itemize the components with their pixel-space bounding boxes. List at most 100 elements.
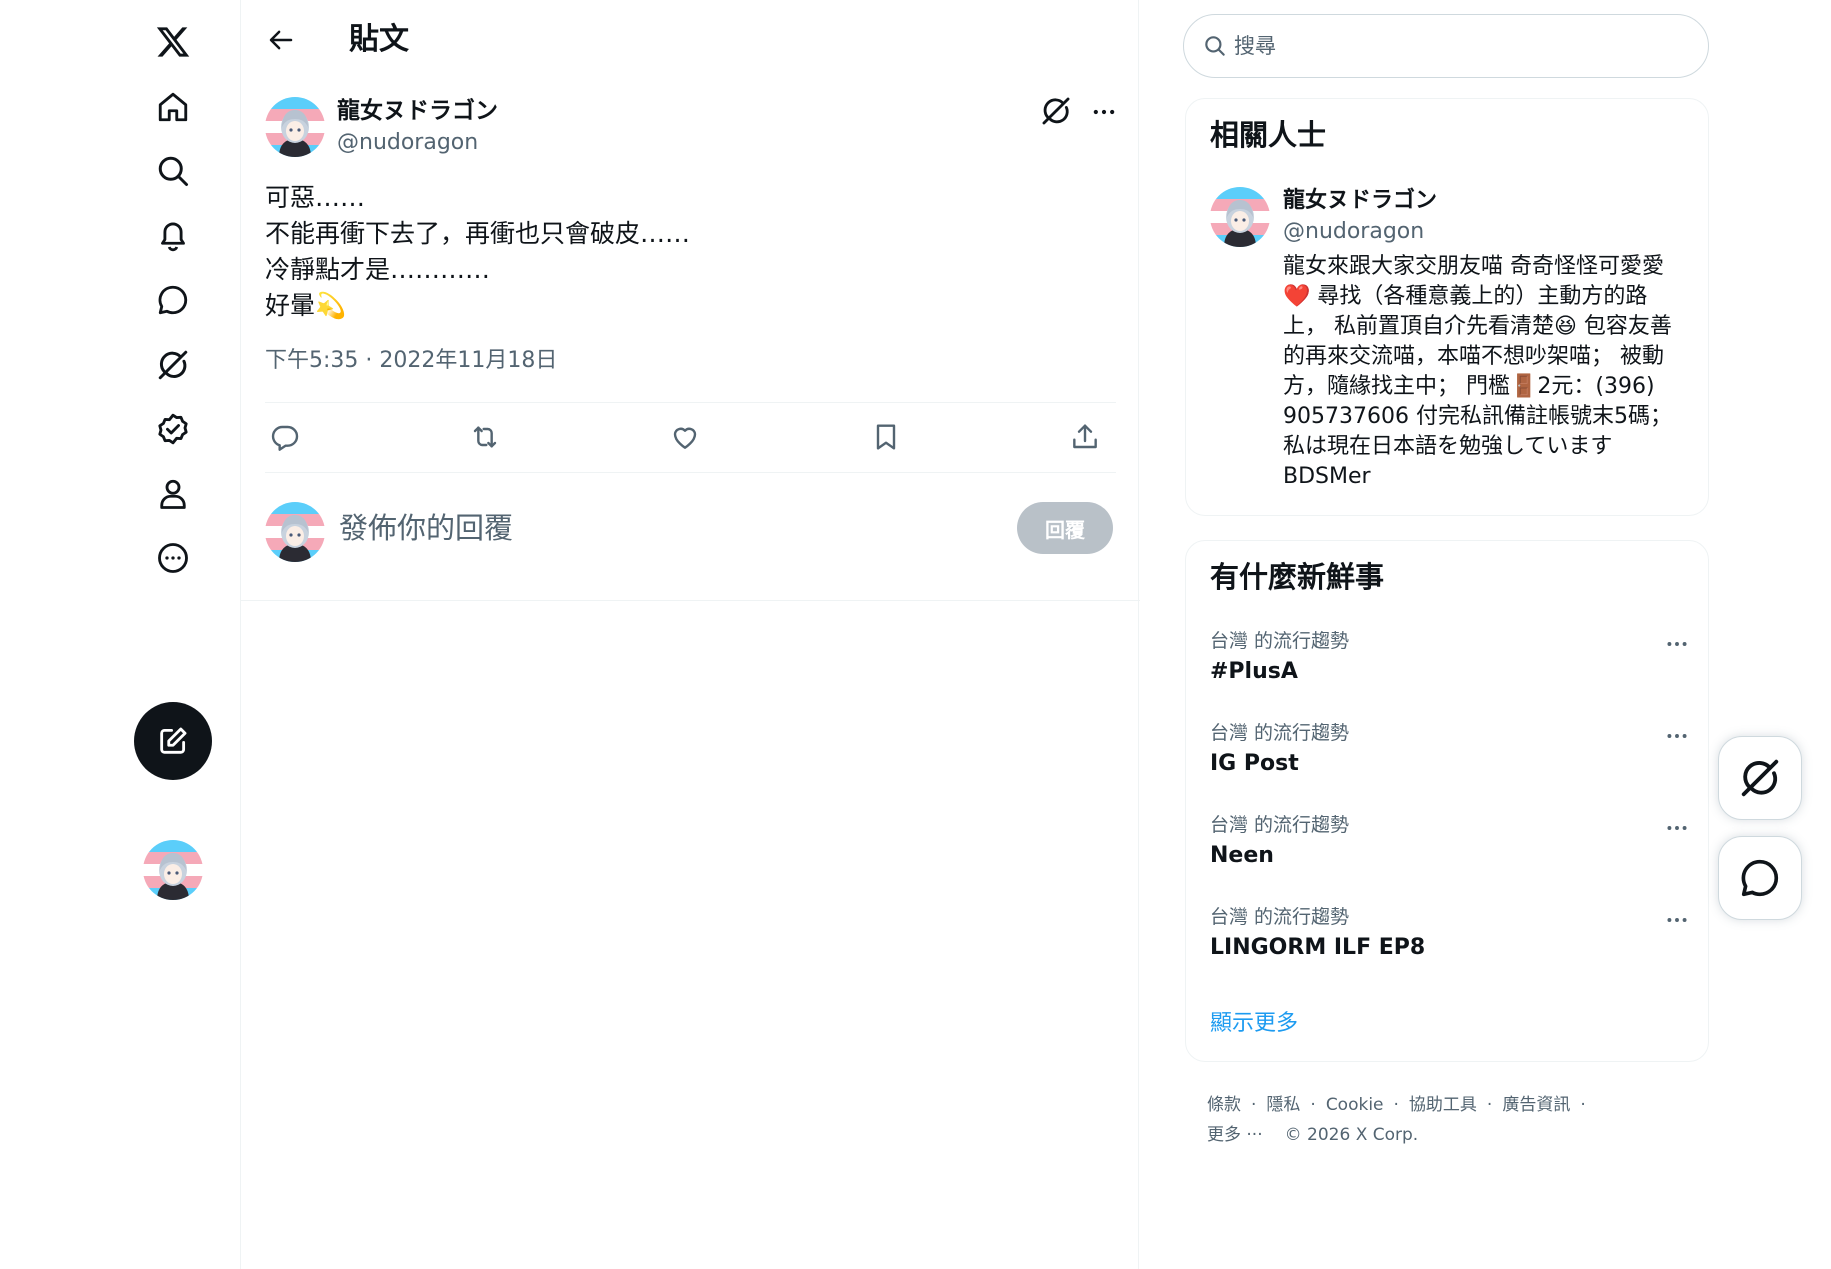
grok-icon <box>1042 97 1070 125</box>
back-arrow-icon <box>269 30 293 50</box>
x-logo-icon[interactable] <box>142 11 204 73</box>
trend-item[interactable]: 台灣 的流行趨勢 IG Post <box>1186 719 1708 811</box>
relevant-user-bio: 龍女來跟大家交朋友喵 奇奇怪怪可愛愛 ❤️ 尋找（各種意義上的）主動方的路 上，… <box>1283 252 1693 492</box>
back-button[interactable] <box>261 20 301 60</box>
search-input[interactable] <box>1234 34 1674 58</box>
footer-link-cookie[interactable]: Cookie <box>1326 1095 1384 1115</box>
reply-input[interactable] <box>339 508 999 548</box>
bio-line: 私は現在日本語を勉強しています <box>1283 434 1613 459</box>
grok-icon <box>1741 759 1779 797</box>
main-column: 貼文 龍女ヌドラゴン @nudoragon 可惡…… 不能再衝下去了，再衝也只會… <box>240 0 1140 1269</box>
footer-link-accessibility[interactable]: 協助工具 <box>1409 1095 1477 1115</box>
trend-category: 台灣 的流行趨勢 <box>1210 722 1350 744</box>
bookmark-button[interactable] <box>866 417 906 457</box>
reply-submit-button[interactable]: 回覆 <box>1017 502 1113 554</box>
bookmark-icon <box>876 424 896 450</box>
more-dots-icon <box>1093 109 1115 115</box>
share-icon <box>1073 424 1097 449</box>
more-circle-icon[interactable] <box>142 527 204 589</box>
relevant-user-name[interactable]: 龍女ヌドラゴン <box>1283 186 1437 216</box>
compose-post-button[interactable] <box>134 702 212 780</box>
post-author-avatar[interactable] <box>265 97 325 157</box>
bio-line: 的再來交流喵，本喵不想吵架喵； 被動 <box>1283 344 1664 369</box>
trend-name: LINGORM ILF EP8 <box>1210 935 1426 960</box>
footer-link-ads-info[interactable]: 廣告資訊 <box>1502 1095 1570 1115</box>
trend-name: #PlusA <box>1210 659 1298 684</box>
relevant-user-handle[interactable]: @nudoragon <box>1283 217 1424 247</box>
grok-floating-button[interactable] <box>1718 736 1802 820</box>
messages-icon <box>1741 859 1779 897</box>
footer-link-privacy[interactable]: 隱私 <box>1266 1095 1300 1115</box>
verified-icon[interactable] <box>142 398 204 460</box>
trend-more-button[interactable] <box>1662 907 1692 933</box>
bio-line: 方，隨緣找主中； 門檻🚪2元：(396) <box>1283 374 1655 399</box>
footer-separator: · <box>1580 1095 1586 1115</box>
post-timestamp[interactable]: 下午5:35 · 2022年11月18日 <box>265 346 557 376</box>
trend-name: Neen <box>1210 843 1274 868</box>
trend-category: 台灣 的流行趨勢 <box>1210 906 1350 928</box>
more-dots-icon <box>1667 642 1687 646</box>
post-author-name[interactable]: 龍女ヌドラゴン <box>337 96 498 126</box>
footer: 條款 · 隱私 · Cookie · 協助工具 · 廣告資訊 · 更多 ··· © 2026 X C… <box>1207 1090 1687 1150</box>
bio-line: BDSMer <box>1283 464 1371 489</box>
reply-avatar <box>265 502 325 562</box>
home-icon[interactable] <box>142 76 204 138</box>
messages-icon[interactable] <box>142 269 204 331</box>
repost-button[interactable] <box>465 417 505 457</box>
post-more-button[interactable] <box>1087 98 1121 126</box>
bio-line: 龍女來跟大家交朋友喵 奇奇怪怪可愛愛 <box>1283 254 1664 279</box>
reply-icon <box>271 425 299 451</box>
bio-line: 上， 私前置頂自介先看清楚😆 包容友善 <box>1283 314 1672 339</box>
trend-item[interactable]: 台灣 的流行趨勢 Neen <box>1186 811 1708 903</box>
footer-separator: · <box>1310 1095 1316 1115</box>
divider <box>265 472 1116 473</box>
post-text-line: 不能再衝下去了，再衝也只會破皮…… <box>265 219 691 248</box>
post-author-handle[interactable]: @nudoragon <box>337 128 478 158</box>
profile-icon[interactable] <box>142 463 204 525</box>
reply-button[interactable] <box>265 417 305 457</box>
grok-icon[interactable] <box>142 334 204 396</box>
post-actions <box>265 402 1116 472</box>
search-box[interactable] <box>1183 14 1709 78</box>
trend-more-button[interactable] <box>1662 631 1692 657</box>
divider <box>241 600 1140 601</box>
like-button[interactable] <box>665 417 705 457</box>
trends-card: 有什麼新鮮事 台灣 的流行趨勢 #PlusA 台灣 的流行趨勢 IG Post … <box>1185 540 1709 1062</box>
post-text-line: 好暈💫 <box>265 291 347 320</box>
trend-category: 台灣 的流行趨勢 <box>1210 814 1350 836</box>
footer-separator: · <box>1251 1095 1257 1115</box>
trend-item[interactable]: 台灣 的流行趨勢 LINGORM ILF EP8 <box>1186 903 1708 995</box>
search-icon <box>1205 36 1225 56</box>
relevant-user-avatar[interactable] <box>1210 187 1270 247</box>
trends-title: 有什麼新鮮事 <box>1210 560 1385 594</box>
messages-floating-button[interactable] <box>1718 836 1802 920</box>
page-header: 貼文 <box>241 0 1140 80</box>
footer-separator: · <box>1486 1095 1493 1115</box>
page-title: 貼文 <box>349 22 409 57</box>
compose-icon <box>160 727 187 754</box>
more-dots-icon <box>1667 918 1687 922</box>
trend-more-button[interactable] <box>1662 815 1692 841</box>
footer-more-link[interactable]: 更多 ··· <box>1207 1125 1263 1145</box>
relevant-people-title: 相關人士 <box>1210 118 1327 152</box>
grok-explain-button[interactable] <box>1039 94 1073 128</box>
footer-row: 條款 · 隱私 · Cookie · 協助工具 · 廣告資訊 · <box>1207 1090 1687 1120</box>
footer-copyright: © 2026 X Corp. <box>1284 1125 1419 1145</box>
right-sidebar: 相關人士 龍女ヌドラゴン @nudoragon 龍女來跟大家交朋友喵 奇奇怪怪可… <box>1183 0 1713 1269</box>
trend-item[interactable]: 台灣 的流行趨勢 #PlusA <box>1186 627 1708 719</box>
trend-more-button[interactable] <box>1662 723 1692 749</box>
bio-line: ❤️ 尋找（各種意義上的）主動方的路 <box>1283 284 1648 309</box>
repost-icon <box>473 426 497 448</box>
left-nav <box>0 0 240 1269</box>
heart-icon <box>673 427 697 449</box>
account-avatar[interactable] <box>143 840 203 900</box>
post-text-line: 冷靜點才是………… <box>265 255 491 284</box>
share-button[interactable] <box>1065 417 1105 457</box>
more-dots-icon <box>1667 826 1687 830</box>
footer-link-terms[interactable]: 條款 <box>1207 1095 1241 1115</box>
bell-icon[interactable] <box>142 204 204 266</box>
more-dots-icon <box>1667 734 1687 738</box>
trend-category: 台灣 的流行趨勢 <box>1210 630 1350 652</box>
show-more-link[interactable]: 顯示更多 <box>1210 1009 1298 1039</box>
search-icon[interactable] <box>142 140 204 202</box>
